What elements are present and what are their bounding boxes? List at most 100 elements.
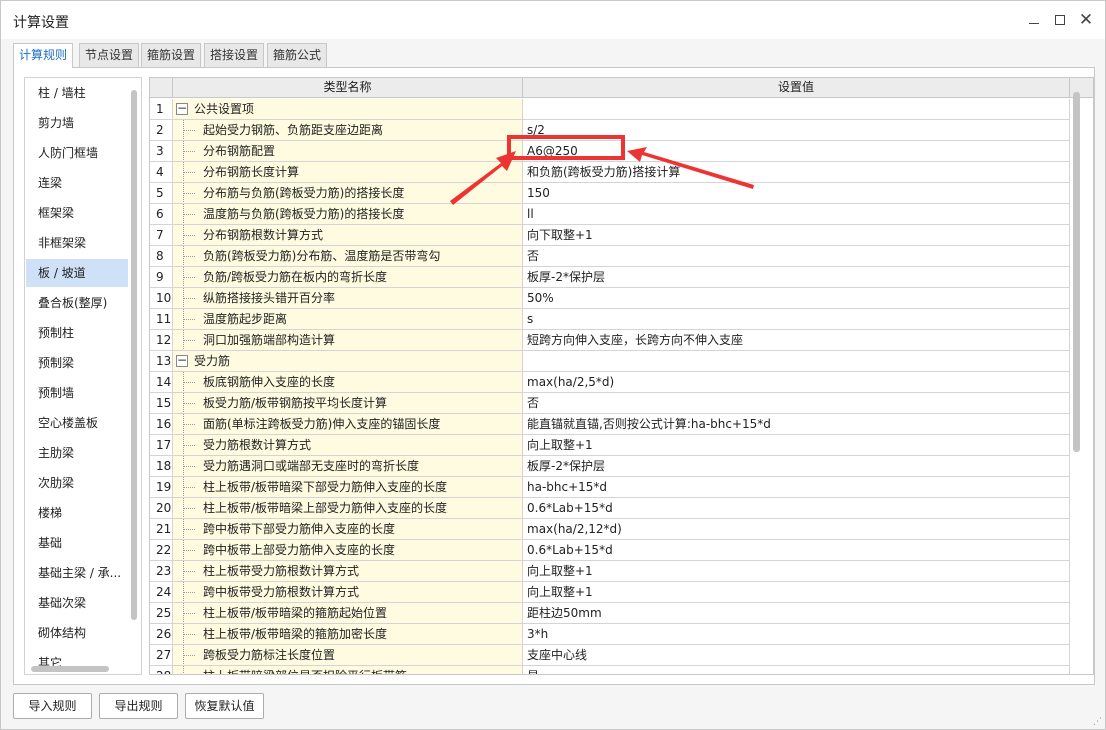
sidebar-item-foundation-main-beam[interactable]: 基础主梁 / 承...	[26, 559, 128, 587]
table-row[interactable]: 17 受力筋根数计算方式 向上取整+1	[150, 435, 1070, 456]
sidebar-item-shear-wall[interactable]: 剪力墙	[26, 109, 128, 137]
sidebar-item-masonry[interactable]: 砌体结构	[26, 619, 128, 647]
close-icon[interactable]: ✕	[1075, 9, 1097, 31]
table-row[interactable]: 27 跨板受力筋标注长度位置 支座中心线	[150, 645, 1070, 666]
setting-value-cell[interactable]: 向上取整+1	[523, 561, 1070, 582]
sidebar-item-stairs[interactable]: 楼梯	[26, 499, 128, 527]
row-number: 8	[150, 246, 173, 267]
item-label: 洞口加强筋端部构造计算	[203, 333, 336, 347]
export-rules-button[interactable]: 导出规则	[99, 693, 178, 719]
table-row[interactable]: 19 柱上板带/板带暗梁下部受力筋伸入支座的长度 ha-bhc+15*d	[150, 477, 1070, 498]
item-label: 柱上板带/板带暗梁的箍筋加密长度	[203, 627, 388, 641]
restore-defaults-button[interactable]: 恢复默认值	[185, 693, 264, 719]
tab-node-settings[interactable]: 节点设置	[79, 43, 140, 67]
table-row[interactable]: 28 柱上板带暗梁部位是否扣除平行板带筋 是	[150, 666, 1070, 674]
setting-value-cell[interactable]: max(ha/2,12*d)	[523, 519, 1070, 540]
grid-header: 类型名称 设置值	[150, 78, 1093, 98]
setting-value-cell[interactable]: 向下取整+1	[523, 225, 1070, 246]
collapse-toggle-icon[interactable]: −	[176, 102, 188, 115]
setting-value-cell[interactable]: 向上取整+1	[523, 435, 1070, 456]
maximize-icon[interactable]	[1049, 9, 1071, 31]
table-row[interactable]: 5 分布筋与负筋(跨板受力筋)的搭接长度 150	[150, 183, 1070, 204]
setting-value-cell[interactable]: 是	[523, 666, 1070, 674]
table-row[interactable]: 16 面筋(单标注跨板受力筋)伸入支座的锚固长度 能直锚就直锚,否则按公式计算:ha…	[150, 414, 1070, 435]
table-row[interactable]: 9 负筋/跨板受力筋在板内的弯折长度 板厚-2*保护层	[150, 267, 1070, 288]
sidebar-item-column[interactable]: 柱 / 墙柱	[26, 79, 128, 107]
table-row[interactable]: 12 洞口加强筋端部构造计算 短跨方向伸入支座，长跨方向不伸入支座	[150, 330, 1070, 351]
sidebar-vertical-scrollbar[interactable]	[131, 90, 137, 620]
group-row[interactable]: 1− 公共设置项	[150, 99, 1070, 120]
table-row[interactable]: 7 分布钢筋根数计算方式 向下取整+1	[150, 225, 1070, 246]
setting-value-cell[interactable]	[523, 351, 1070, 372]
setting-value-cell[interactable]: 3*h	[523, 624, 1070, 645]
table-row[interactable]: 6 温度筋与负筋(跨板受力筋)的搭接长度 ll	[150, 204, 1070, 225]
tab-stirrup-formula[interactable]: 箍筋公式	[267, 43, 328, 67]
sidebar-item-main-rib-beam[interactable]: 主肋梁	[26, 439, 128, 467]
minimize-icon[interactable]	[1023, 9, 1045, 31]
type-name-cell: 柱上板带/板带暗梁上部受力筋伸入支座的长度	[173, 498, 523, 519]
sidebar-item-civil-defense-door-wall[interactable]: 人防门框墙	[26, 139, 128, 167]
table-row[interactable]: 14 板底钢筋伸入支座的长度 max(ha/2,5*d)	[150, 372, 1070, 393]
type-name-cell: 洞口加强筋端部构造计算	[173, 330, 523, 351]
sidebar-item-foundation[interactable]: 基础	[26, 529, 128, 557]
setting-value-cell[interactable]	[523, 99, 1070, 120]
sidebar-item-precast-beam[interactable]: 预制梁	[26, 349, 128, 377]
sidebar-item-foundation-secondary-beam[interactable]: 基础次梁	[26, 589, 128, 617]
setting-value-cell[interactable]: 板厚-2*保护层	[523, 456, 1070, 477]
calc-settings-window: 计算设置 ✕ 计算规则 节点设置 箍筋设置 搭接设置 箍筋公式 柱 / 墙柱 剪…	[0, 0, 1106, 730]
table-row[interactable]: 18 受力筋遇洞口或端部无支座时的弯折长度 板厚-2*保护层	[150, 456, 1070, 477]
table-row[interactable]: 25 柱上板带/板带暗梁的箍筋起始位置 距柱边50mm	[150, 603, 1070, 624]
setting-value-cell[interactable]: ll	[523, 204, 1070, 225]
sidebar-item-coupling-beam[interactable]: 连梁	[26, 169, 128, 197]
collapse-toggle-icon[interactable]: −	[176, 354, 188, 367]
grid-vertical-scrollbar[interactable]	[1073, 92, 1080, 452]
setting-value-cell[interactable]: 支座中心线	[523, 645, 1070, 666]
sidebar-item-slab-ramp[interactable]: 板 / 坡道	[26, 259, 128, 287]
setting-value-cell[interactable]: 能直锚就直锚,否则按公式计算:ha-bhc+15*d	[523, 414, 1070, 435]
table-row[interactable]: 24 跨中板带受力筋根数计算方式 向上取整+1	[150, 582, 1070, 603]
group-row[interactable]: 13− 受力筋	[150, 351, 1070, 372]
setting-value-cell[interactable]: 距柱边50mm	[523, 603, 1070, 624]
row-number: 9	[150, 267, 173, 288]
table-row[interactable]: 11 温度筋起步距离 s	[150, 309, 1070, 330]
sidebar-item-frame-beam[interactable]: 框架梁	[26, 199, 128, 227]
sidebar-item-hollow-floor-slab[interactable]: 空心楼盖板	[26, 409, 128, 437]
setting-value-cell[interactable]: 否	[523, 393, 1070, 414]
sidebar-item-non-frame-beam[interactable]: 非框架梁	[26, 229, 128, 257]
table-row[interactable]: 4 分布钢筋长度计算 和负筋(跨板受力筋)搭接计算	[150, 162, 1070, 183]
setting-value-cell[interactable]: 和负筋(跨板受力筋)搭接计算	[523, 162, 1070, 183]
setting-value-cell[interactable]: s	[523, 309, 1070, 330]
sidebar-item-precast-wall[interactable]: 预制墙	[26, 379, 128, 407]
tab-lap-settings[interactable]: 搭接设置	[204, 43, 265, 67]
table-row[interactable]: 15 板受力筋/板带钢筋按平均长度计算 否	[150, 393, 1070, 414]
item-label: 面筋(单标注跨板受力筋)伸入支座的锚固长度	[203, 417, 441, 431]
import-rules-button[interactable]: 导入规则	[13, 693, 92, 719]
table-row[interactable]: 22 跨中板带上部受力筋伸入支座的长度 0.6*Lab+15*d	[150, 540, 1070, 561]
tab-stirrup-settings[interactable]: 箍筋设置	[141, 43, 202, 67]
item-label: 柱上板带暗梁部位是否扣除平行板带筋	[203, 666, 407, 674]
table-row[interactable]: 20 柱上板带/板带暗梁上部受力筋伸入支座的长度 0.6*Lab+15*d	[150, 498, 1070, 519]
sidebar-item-precast-column[interactable]: 预制柱	[26, 319, 128, 347]
sidebar-horizontal-scrollbar[interactable]	[31, 666, 109, 672]
setting-value-cell[interactable]: 板厚-2*保护层	[523, 267, 1070, 288]
tree-branch	[183, 172, 195, 173]
table-row[interactable]: 8 负筋(跨板受力筋)分布筋、温度筋是否带弯勾 否	[150, 246, 1070, 267]
setting-value-cell[interactable]: 50%	[523, 288, 1070, 309]
setting-value-cell[interactable]: 否	[523, 246, 1070, 267]
setting-value-cell[interactable]: ha-bhc+15*d	[523, 477, 1070, 498]
setting-value-cell[interactable]: max(ha/2,5*d)	[523, 372, 1070, 393]
setting-value-cell[interactable]: 向上取整+1	[523, 582, 1070, 603]
setting-value-cell[interactable]: 0.6*Lab+15*d	[523, 498, 1070, 519]
row-number: 10	[150, 288, 173, 309]
setting-value-cell[interactable]: 短跨方向伸入支座，长跨方向不伸入支座	[523, 330, 1070, 351]
setting-value-cell[interactable]: 0.6*Lab+15*d	[523, 540, 1070, 561]
table-row[interactable]: 10 纵筋搭接接头错开百分率 50%	[150, 288, 1070, 309]
sidebar-item-secondary-rib-beam[interactable]: 次肋梁	[26, 469, 128, 497]
tab-calc-rules[interactable]: 计算规则	[13, 43, 74, 68]
setting-value-cell[interactable]: 150	[523, 183, 1070, 204]
resize-grip-icon[interactable]: ⋰	[1093, 717, 1103, 727]
table-row[interactable]: 21 跨中板带下部受力筋伸入支座的长度 max(ha/2,12*d)	[150, 519, 1070, 540]
table-row[interactable]: 26 柱上板带/板带暗梁的箍筋加密长度 3*h	[150, 624, 1070, 645]
table-row[interactable]: 23 柱上板带受力筋根数计算方式 向上取整+1	[150, 561, 1070, 582]
sidebar-item-composite-slab[interactable]: 叠合板(整厚)	[26, 289, 128, 317]
